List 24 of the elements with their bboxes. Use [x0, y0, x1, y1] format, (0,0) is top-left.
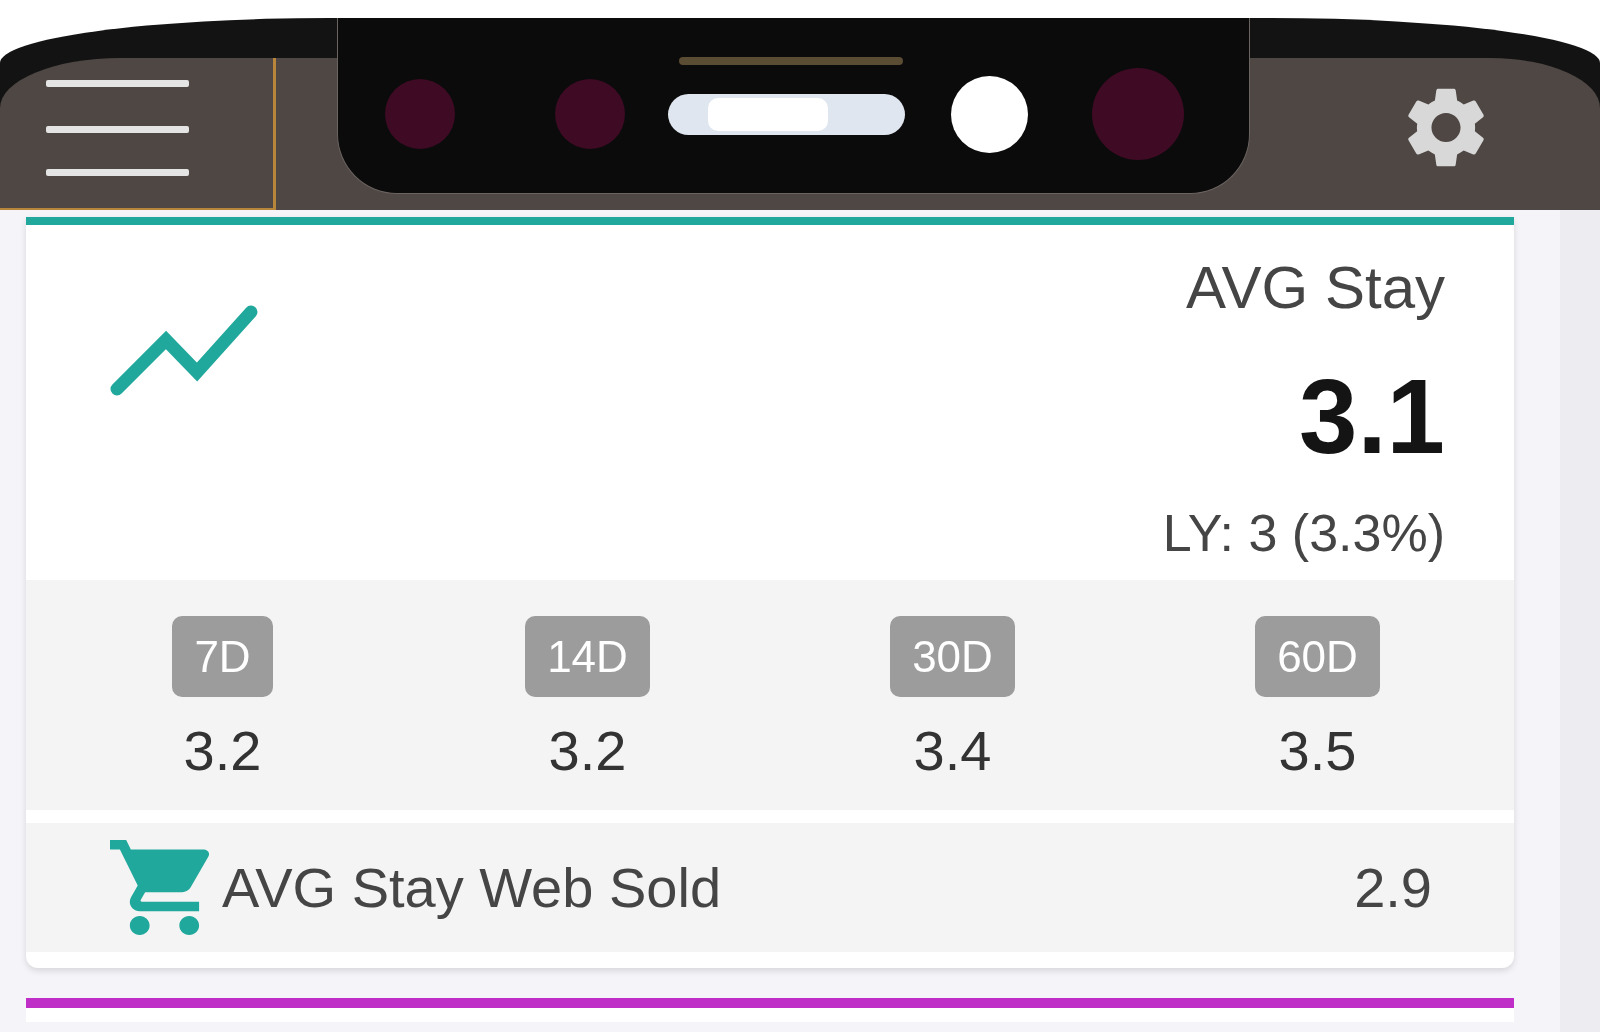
web-sold-value: 2.9: [1354, 855, 1432, 921]
period-value: 3.4: [913, 718, 992, 784]
period-badge: 7D: [172, 616, 273, 697]
period-value: 3.2: [548, 718, 627, 784]
metric-title: AVG Stay: [1186, 253, 1445, 323]
period-value: 3.2: [183, 718, 262, 784]
settings-button[interactable]: [1408, 87, 1484, 168]
dot-icon: [1092, 68, 1184, 160]
dot-icon: [555, 79, 625, 149]
last-year-comparison: LY: 3 (3.3%): [1162, 503, 1445, 564]
trend-line-icon: [110, 304, 258, 396]
dot-icon: [385, 79, 455, 149]
period-badge: 60D: [1255, 616, 1380, 697]
pill-icon: [668, 93, 905, 135]
period-badge: 14D: [525, 616, 650, 697]
settings-icon: [1408, 87, 1484, 168]
metric-value: 3.1: [1299, 364, 1445, 469]
period-value: 3.5: [1278, 718, 1357, 784]
speaker-slit-icon: [679, 57, 903, 65]
period-badge: 30D: [890, 616, 1015, 697]
menu-icon: [46, 80, 189, 176]
web-sold-label: AVG Stay Web Sold: [222, 855, 722, 921]
cart-icon: [110, 840, 209, 935]
circle-icon: [951, 75, 1028, 153]
